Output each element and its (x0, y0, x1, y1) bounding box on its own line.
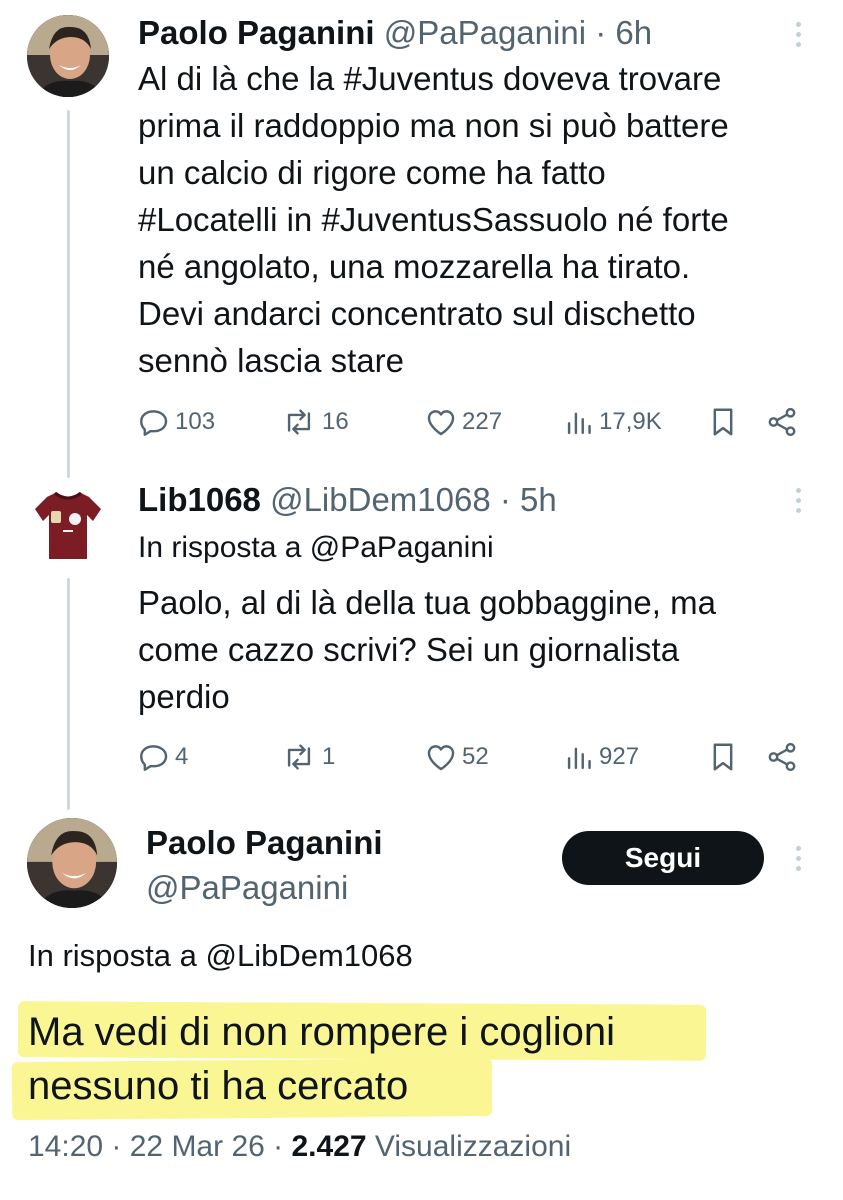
views-button[interactable]: 927 (565, 740, 639, 774)
share-icon (768, 407, 796, 437)
repost-count: 16 (322, 408, 349, 435)
more-icon[interactable] (795, 22, 803, 52)
reply-count: 4 (175, 743, 189, 770)
reply-button[interactable]: 4 (137, 740, 188, 774)
tweet-text: Al di là che la #Juventus doveva trovare… (138, 55, 729, 384)
views-label: Visualizzazioni (374, 1130, 572, 1163)
views-count: 2.427 (291, 1130, 367, 1163)
reply-to-label[interactable]: In risposta a @PaPaganini (138, 528, 494, 568)
thread-line-2 (67, 578, 70, 810)
repost-count: 1 (322, 743, 336, 770)
author-name[interactable]: Paolo Paganini (146, 823, 383, 863)
avatar[interactable] (27, 483, 109, 565)
avatar[interactable] (27, 15, 109, 97)
tweet-header: Lib1068 @LibDem1068 · 5h (138, 480, 557, 520)
tweet-text-line: Devi andarci concentrato sul dischetto (138, 295, 696, 332)
tweet-text: Ma vedi di non rompere i coglioni nessun… (28, 1005, 615, 1113)
repost-button[interactable]: 1 (280, 740, 335, 774)
tweet-text-line: nessuno ti ha cercato (28, 1064, 409, 1108)
bookmark-button[interactable] (708, 740, 738, 774)
reply-to-label[interactable]: In risposta a @LibDem1068 (28, 936, 413, 976)
share-button[interactable] (765, 405, 799, 439)
jersey-icon (35, 491, 101, 559)
like-button[interactable]: 227 (424, 405, 502, 439)
author-name[interactable]: Lib1068 (138, 481, 261, 518)
bookmark-button[interactable] (708, 405, 738, 439)
tweet-time[interactable]: · 6h (595, 14, 652, 51)
views-count: 927 (599, 743, 640, 770)
like-icon (427, 745, 455, 771)
views-count: 17,9K (599, 408, 662, 435)
more-icon[interactable] (795, 846, 803, 876)
thread-line-1 (67, 110, 70, 478)
tweet-text-line: Al di là che la #Juventus doveva trovare (138, 60, 722, 97)
reply-icon (140, 410, 168, 436)
tweet-text: Paolo, al di là della tua gobbaggine, ma… (138, 579, 716, 720)
views-button[interactable]: 17,9K (565, 405, 662, 439)
repost-icon (287, 409, 311, 435)
bookmark-icon (713, 743, 733, 771)
tweet-timestamp[interactable]: 14:20 · 22 Mar 26 · (28, 1130, 283, 1163)
author-handle[interactable]: @PaPaganini (146, 868, 348, 908)
views-icon (567, 412, 591, 435)
more-icon[interactable] (795, 488, 803, 518)
tweet-meta: 14:20 · 22 Mar 26 · 2.427 Visualizzazion… (28, 1127, 571, 1167)
reply-icon (140, 745, 168, 771)
author-handle[interactable]: @LibDem1068 (270, 481, 491, 518)
tweet-text-line: né angolato, una mozzarella ha tirato. (138, 248, 691, 285)
share-button[interactable] (765, 740, 799, 774)
like-count: 52 (462, 743, 489, 770)
views-icon (567, 747, 591, 770)
avatar[interactable] (27, 818, 117, 908)
author-name[interactable]: Paolo Paganini (138, 14, 375, 51)
tweet-header: Paolo Paganini @PaPaganini · 6h (138, 13, 652, 53)
reply-count: 103 (175, 408, 216, 435)
tweet-text-line: un calcio di rigore come ha fatto (138, 154, 606, 191)
repost-icon (287, 744, 311, 770)
share-icon (768, 742, 796, 772)
tweet-text-line: come cazzo scrivi? Sei un giornalista (138, 631, 680, 668)
tweet-text-line: prima il raddoppio ma non si può battere (138, 107, 729, 144)
like-button[interactable]: 52 (424, 740, 489, 774)
author-handle[interactable]: @PaPaganini (384, 14, 586, 51)
repost-button[interactable]: 16 (280, 405, 349, 439)
tweet-time[interactable]: · 5h (500, 481, 557, 518)
tweet-text-line: perdio (138, 678, 230, 715)
bookmark-icon (713, 408, 733, 436)
tweet-text-line: Paolo, al di là della tua gobbaggine, ma (138, 584, 716, 621)
like-count: 227 (462, 408, 503, 435)
like-icon (427, 410, 455, 436)
tweet-text-line: Ma vedi di non rompere i coglioni (28, 1010, 615, 1054)
reply-button[interactable]: 103 (137, 405, 215, 439)
tweet-text-line: #Locatelli in #JuventusSassuolo né forte (138, 201, 729, 238)
tweet-text-line: sennò lascia stare (138, 342, 404, 379)
follow-button[interactable]: Segui (562, 831, 764, 885)
